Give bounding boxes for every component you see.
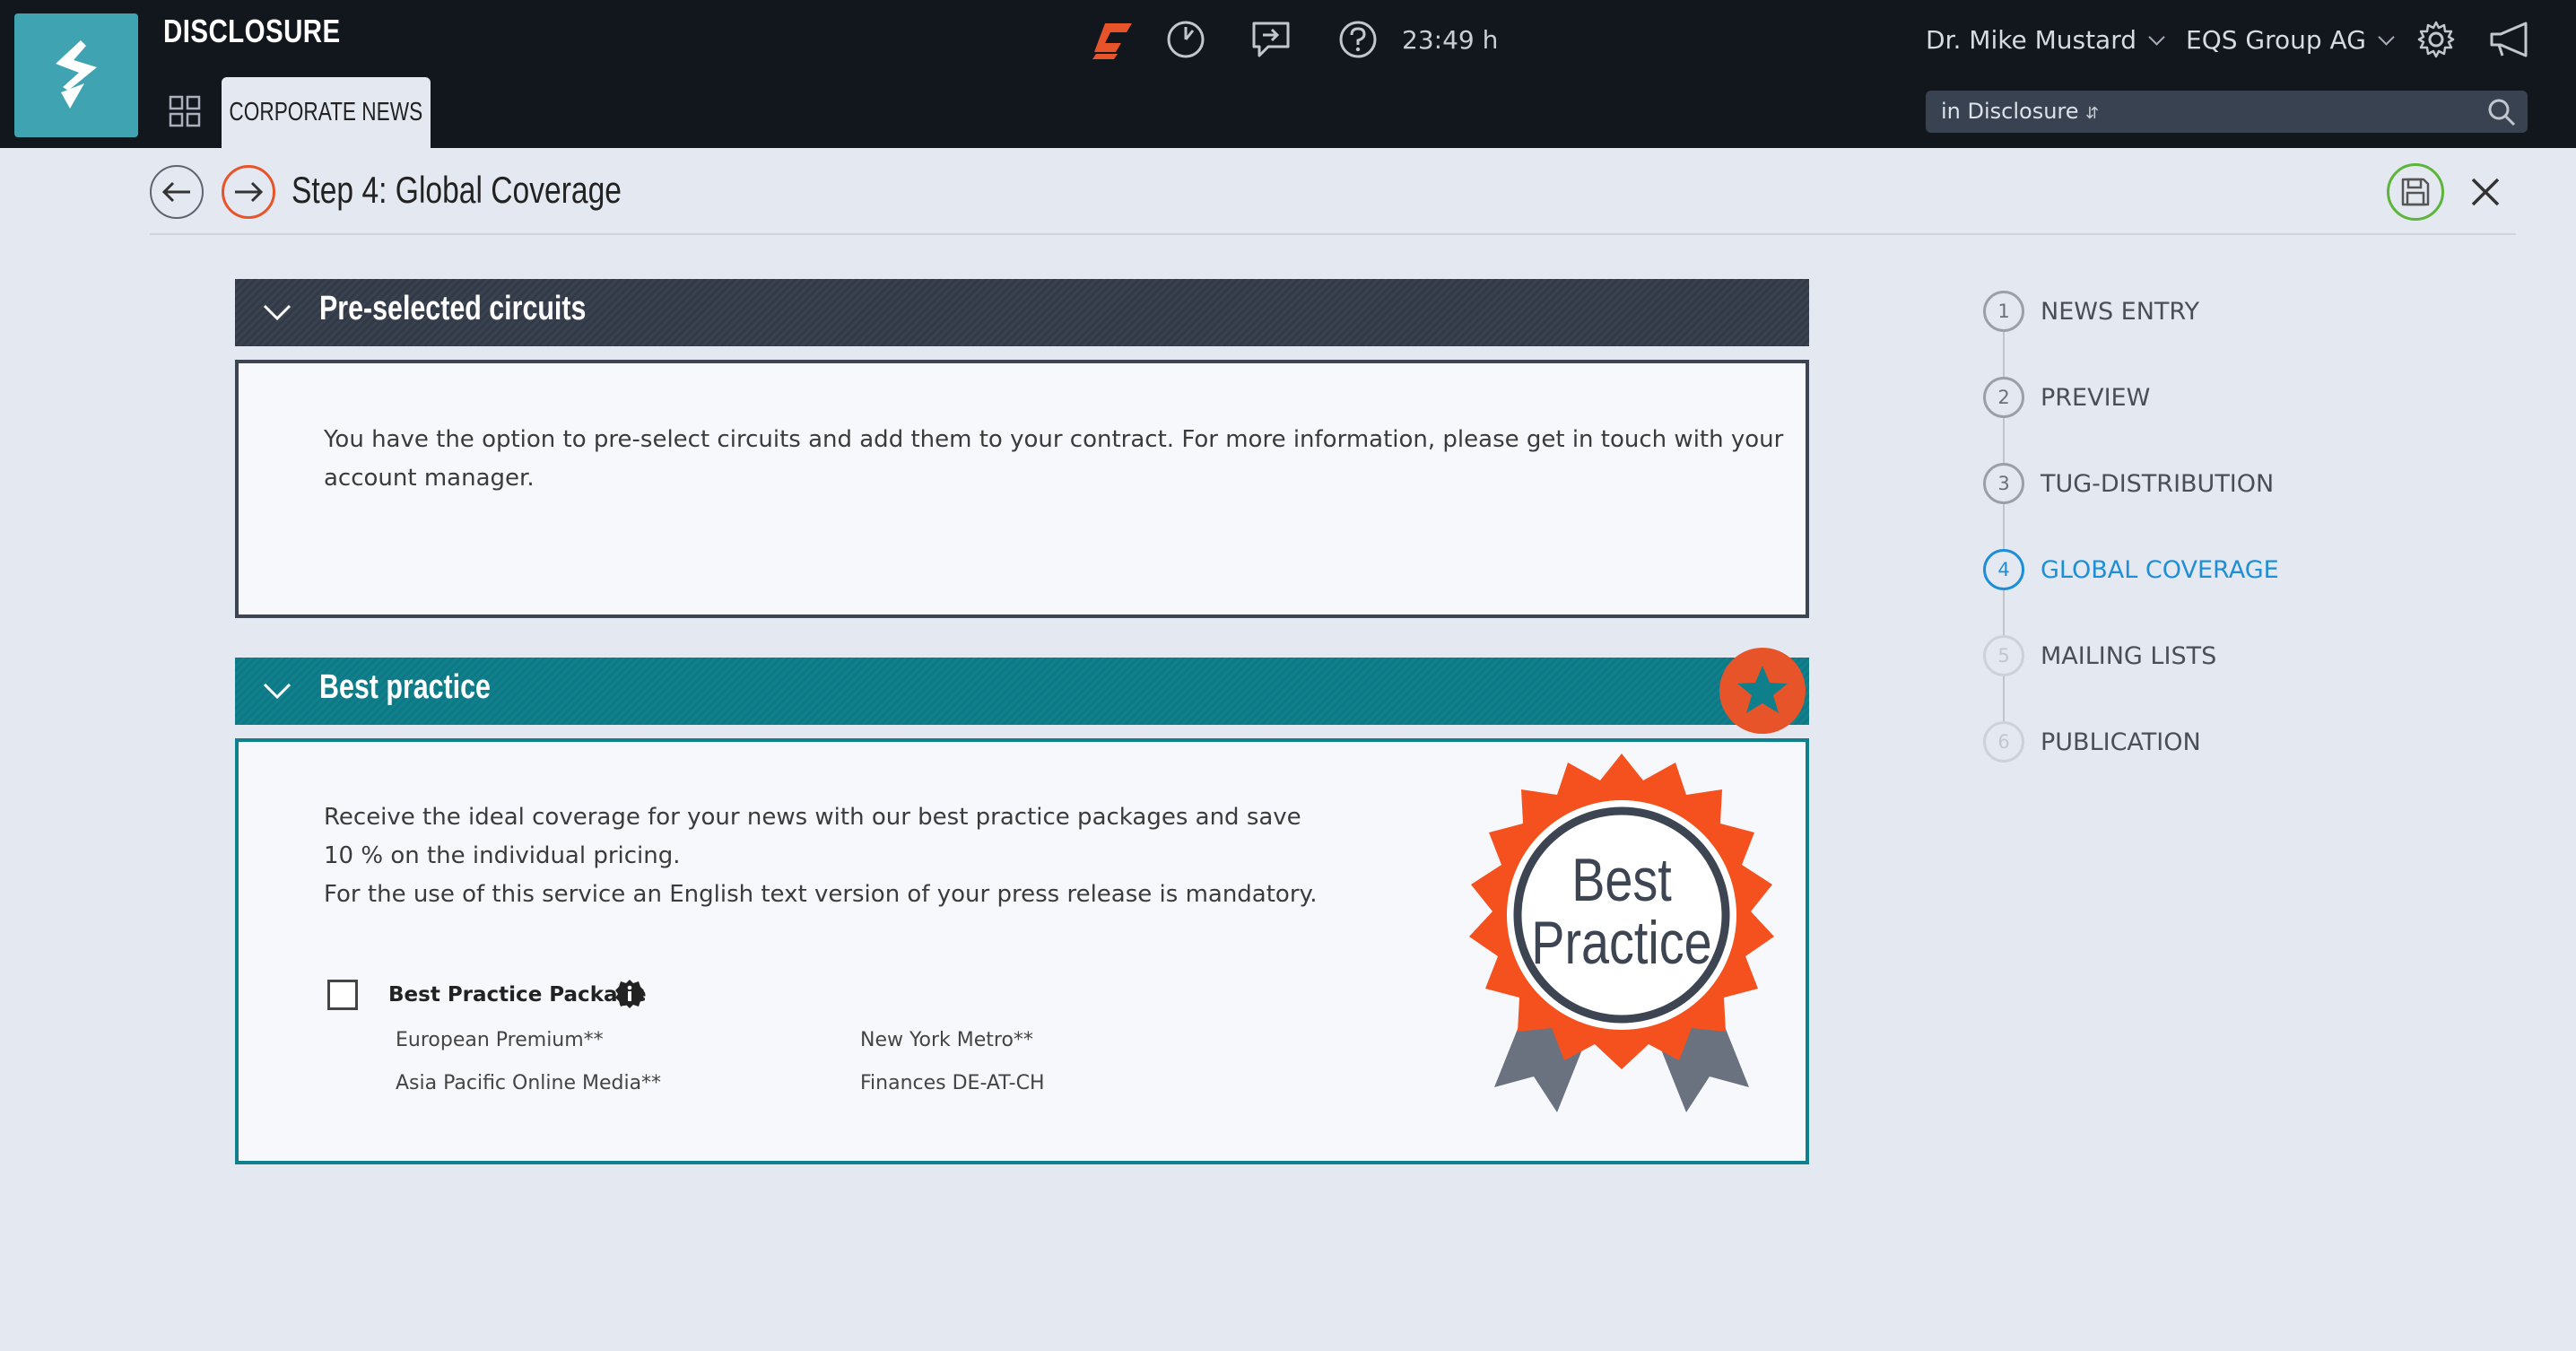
gear-icon[interactable] <box>2416 20 2456 59</box>
step-number: 4 <box>1983 549 2024 590</box>
timer-icon[interactable] <box>1166 20 1205 59</box>
step-label: GLOBAL COVERAGE <box>2041 555 2279 584</box>
top-bar: DISCLOSURE CORPORATE NEWS 23:49 h Dr. Mi… <box>0 0 2576 148</box>
step-mailing-lists[interactable]: 5 MAILING LISTS <box>1983 633 2216 678</box>
rosette-text: Practice <box>1531 910 1711 977</box>
step-global-coverage[interactable]: 4 GLOBAL COVERAGE <box>1983 547 2279 592</box>
search-scope-label: in Disclosure <box>1941 99 2079 124</box>
text-line: You have the option to pre-select circui… <box>324 426 1784 453</box>
package-label[interactable]: Best Practice Package <box>388 983 647 1007</box>
circuit-item: New York Metro** <box>860 1029 1033 1051</box>
step-number: 2 <box>1983 377 2024 418</box>
next-button[interactable] <box>222 165 275 219</box>
preselected-circuits-header[interactable]: Pre-selected circuits <box>235 279 1809 346</box>
text-line: 10 % on the individual pricing. <box>324 842 681 869</box>
page-title: Step 4: Global Coverage <box>292 169 622 211</box>
app-title: DISCLOSURE <box>163 13 341 49</box>
step-label: TUG-DISTRIBUTION <box>2041 469 2275 498</box>
circuit-item: Asia Pacific Online Media** <box>396 1072 662 1094</box>
step-label: PREVIEW <box>2041 383 2151 412</box>
circuit-item: Finances DE-AT-CH <box>860 1072 1045 1094</box>
step-number: 1 <box>1983 291 2024 332</box>
best-practice-text: Receive the ideal coverage for your news… <box>324 798 1317 914</box>
user-name: Dr. Mike Mustard <box>1926 25 2137 55</box>
tab-corporate-news[interactable]: CORPORATE NEWS <box>222 77 431 148</box>
step-preview[interactable]: 2 PREVIEW <box>1983 375 2150 420</box>
chevron-down-icon <box>263 683 292 700</box>
tab-label: CORPORATE NEWS <box>229 98 423 126</box>
star-icon <box>1737 666 1788 713</box>
company-menu[interactable]: EQS Group AG <box>2186 25 2395 55</box>
feedback-icon[interactable] <box>1250 20 1292 59</box>
preselected-circuits-panel: You have the option to pre-select circui… <box>235 360 1809 618</box>
step-news-entry[interactable]: 1 NEWS ENTRY <box>1983 289 2199 334</box>
eqs-c-icon[interactable] <box>1091 20 1134 61</box>
text-line: For the use of this service an English t… <box>324 881 1318 908</box>
chevron-down-icon <box>2378 29 2395 46</box>
text-line: Receive the ideal coverage for your news… <box>324 804 1301 831</box>
step-label: MAILING LISTS <box>2041 641 2217 670</box>
best-practice-package-checkbox[interactable] <box>327 980 358 1010</box>
company-name: EQS Group AG <box>2186 25 2366 55</box>
step-label: PUBLICATION <box>2041 728 2201 756</box>
search-scope-select[interactable]: in Disclosure ⇵ <box>1941 99 2099 124</box>
best-practice-rosette-icon: Best Practice <box>1469 754 1774 1112</box>
megaphone-icon[interactable] <box>2488 20 2531 59</box>
clock-time: 23:49 h <box>1402 25 1499 55</box>
arrow-left-icon <box>161 181 190 203</box>
step-header: Step 4: Global Coverage <box>150 161 2516 235</box>
rosette-text: Best <box>1571 847 1672 914</box>
user-menu[interactable]: Dr. Mike Mustard <box>1926 25 2165 55</box>
step-label: NEWS ENTRY <box>2041 297 2199 326</box>
save-button[interactable] <box>2387 163 2444 221</box>
step-number: 6 <box>1983 721 2024 763</box>
section-title: Best practice <box>319 668 491 706</box>
search-icon[interactable] <box>2486 97 2517 127</box>
preselected-info-text: You have the option to pre-select circui… <box>324 421 1783 498</box>
section-title: Pre-selected circuits <box>319 290 587 327</box>
arrow-right-icon <box>235 181 264 203</box>
chevron-down-icon <box>2148 29 2165 46</box>
logo-s-icon <box>56 40 97 109</box>
step-number: 3 <box>1983 463 2024 504</box>
chevron-down-icon <box>263 304 292 321</box>
back-button[interactable] <box>150 165 204 219</box>
step-publication[interactable]: 6 PUBLICATION <box>1983 719 2201 764</box>
step-number: 5 <box>1983 635 2024 676</box>
global-search[interactable]: in Disclosure ⇵ <box>1926 91 2528 133</box>
floppy-disk-icon <box>2401 178 2430 206</box>
app-grid-icon[interactable] <box>169 95 201 127</box>
app-logo[interactable] <box>14 13 138 137</box>
help-icon[interactable] <box>1338 20 1378 59</box>
info-icon[interactable] <box>614 978 646 1010</box>
best-practice-header[interactable]: Best practice <box>235 658 1809 725</box>
featured-badge <box>1719 648 1806 734</box>
sort-arrows-icon: ⇵ <box>2085 104 2100 123</box>
step-tug-distribution[interactable]: 3 TUG-DISTRIBUTION <box>1983 461 2274 506</box>
text-line: account manager. <box>324 465 535 492</box>
circuit-item: European Premium** <box>396 1029 604 1051</box>
close-icon[interactable] <box>2467 174 2503 210</box>
